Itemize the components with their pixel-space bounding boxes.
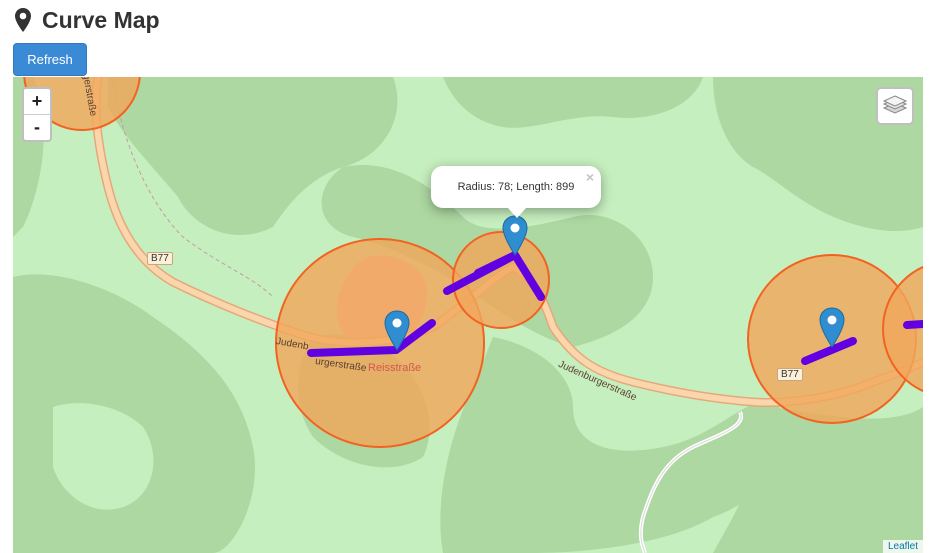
popup-tip [508, 208, 526, 218]
map-tiles [13, 77, 923, 553]
zoom-control: + - [22, 87, 52, 142]
map-canvas[interactable]: B77 B77 Judenburgerstraße Judenb urgerst… [13, 77, 923, 553]
zoom-in-button[interactable]: + [24, 89, 50, 114]
refresh-button[interactable]: Refresh [13, 43, 87, 76]
page-title: Curve Map [42, 6, 160, 33]
map-attribution[interactable]: Leaflet [882, 540, 923, 553]
forest-area [443, 77, 703, 128]
page-header: Curve Map [14, 4, 160, 36]
road-shield-b77: B77 [777, 368, 803, 381]
forest-area [13, 274, 255, 553]
curve-segment [903, 320, 923, 329]
map-marker-icon[interactable] [384, 310, 410, 352]
attribution-link[interactable]: Leaflet [888, 541, 918, 552]
popup-text: Radius: 78; Length: 899 [457, 181, 575, 193]
road-shield-b77: B77 [147, 252, 173, 265]
marker-popup: Radius: 78; Length: 899 × [431, 166, 601, 208]
map-marker-icon[interactable] [502, 215, 528, 257]
layers-button[interactable] [876, 87, 914, 125]
map-marker-icon[interactable] [819, 307, 845, 349]
place-label: Reisstraße [368, 362, 422, 374]
popup-close-button[interactable]: × [586, 169, 594, 185]
zoom-out-button[interactable]: - [24, 114, 50, 140]
map-marker-icon [15, 8, 31, 32]
layers-icon [883, 95, 907, 114]
